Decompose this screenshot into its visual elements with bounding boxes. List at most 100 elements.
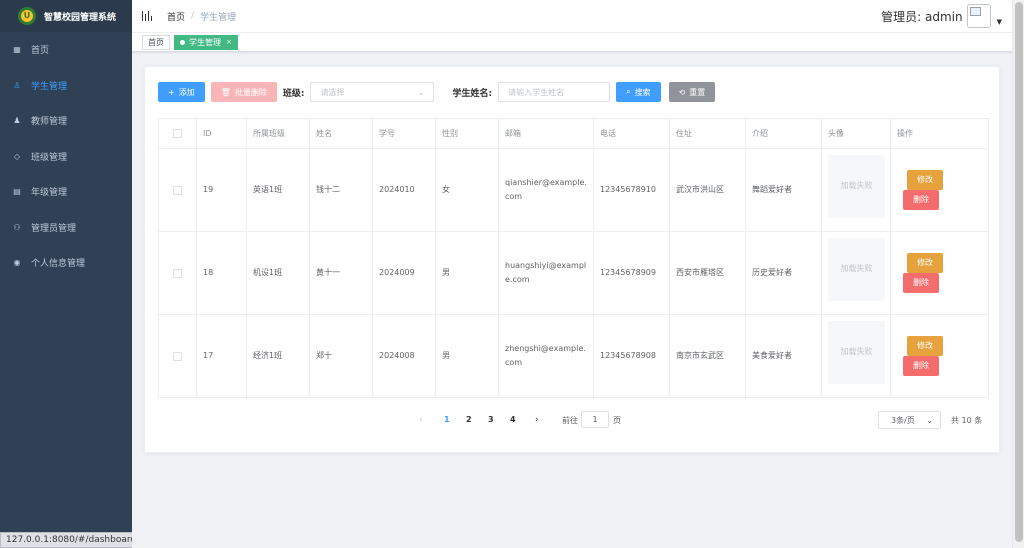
column-header: 性别 <box>435 118 499 149</box>
close-icon[interactable]: × <box>226 38 232 46</box>
table-icon: ▤ <box>13 187 21 197</box>
row-select-cell <box>158 231 197 315</box>
cell-student_no: 2024009 <box>372 231 436 315</box>
column-header: 住址 <box>669 118 746 149</box>
sidebar: U 智慧校园管理系统 ▦ 首页 ♙ 学生管理 ♟ 教师管理 ◇ 班级管理 ▤ 年级管理 ⚇ 管理员管理… <box>0 0 132 548</box>
row-checkbox[interactable] <box>173 351 182 361</box>
cell-phone: 12345678909 <box>593 231 670 315</box>
cell-phone: 12345678908 <box>593 314 670 398</box>
cell-name: 黄十一 <box>309 231 373 315</box>
page-size-select[interactable]: 3条/页 ⌄ <box>878 411 941 429</box>
page-3-button[interactable]: 3 <box>488 415 494 424</box>
breadcrumb-home[interactable]: 首页 <box>167 10 185 23</box>
page-scrollbar[interactable] <box>1012 0 1024 548</box>
row-select-cell <box>158 314 197 398</box>
edit-button[interactable]: 修改 <box>907 253 943 273</box>
batch-delete-button[interactable]: 🗑 批量删除 <box>210 82 277 102</box>
cell-student_no: 2024008 <box>372 314 436 398</box>
page-unit-label: 页 <box>613 416 621 425</box>
sidebar-item-1[interactable]: ♙ 学生管理 <box>0 68 132 104</box>
caret-down-icon[interactable]: ▼ <box>997 18 1002 26</box>
total-count: 共 10 条 <box>951 416 983 425</box>
sidebar-item-5[interactable]: ⚇ 管理员管理 <box>0 210 132 246</box>
avatar-load-failed: 加载失败 <box>828 154 885 218</box>
row-select-cell <box>158 148 197 232</box>
student-name-input[interactable]: 请输入学生姓名 <box>498 82 611 102</box>
sidebar-item-0[interactable]: ▦ 首页 <box>0 32 132 68</box>
people-icon: ♟ <box>13 116 21 126</box>
refresh-icon: ⟲ <box>678 87 686 97</box>
row-checkbox[interactable] <box>173 185 182 195</box>
reset-button[interactable]: ⟲ 重置 <box>668 82 716 102</box>
sidebar-item-3[interactable]: ◇ 班级管理 <box>0 139 132 175</box>
edit-button[interactable]: 修改 <box>907 170 943 190</box>
column-header[interactable] <box>158 118 197 149</box>
user-icon: ♙ <box>13 80 21 90</box>
table-header-row: ID 所属班级 姓名 学号 性别 邮箱 电话 住址 介绍 头像 操作 <box>158 118 989 149</box>
table-row: 18 机设1班 黄十一 2024009 男 huangshiyi@example.com 1… <box>158 231 989 315</box>
cell-email: huangshiyi@example.com <box>498 231 594 315</box>
edit-button[interactable]: 修改 <box>907 336 943 356</box>
student-table: ID 所属班级 姓名 学号 性别 邮箱 电话 住址 介绍 头像 操作 19 英语1班 钱十二 202401… <box>158 118 989 398</box>
page-2-button[interactable]: 2 <box>466 415 472 424</box>
next-page-button[interactable]: › <box>535 415 539 425</box>
cell-id: 18 <box>196 231 247 315</box>
trash-icon: 🗑 <box>220 87 231 97</box>
user-circle-icon: ◉ <box>13 258 21 268</box>
delete-button[interactable]: 删除 <box>903 356 939 376</box>
status-bar-url: 127.0.0.1:8080/#/dashboard <box>0 532 143 548</box>
delete-button[interactable]: 删除 <box>903 190 939 210</box>
cell-address: 西安市雁塔区 <box>669 231 746 315</box>
goto-page-input[interactable]: 1 <box>581 411 609 428</box>
logo-icon: U <box>18 7 36 25</box>
avatar-load-failed: 加载失败 <box>828 237 885 301</box>
cell-student_no: 2024010 <box>372 148 436 232</box>
select-all-checkbox[interactable] <box>173 129 182 138</box>
logo-letter: U <box>21 10 33 22</box>
add-button[interactable]: + 添加 <box>158 82 205 102</box>
hamburger-icon[interactable] <box>142 11 152 21</box>
sidebar-item-label: 年级管理 <box>31 188 68 199</box>
page-4-button[interactable]: 4 <box>510 415 516 424</box>
cell-gender: 女 <box>435 148 499 232</box>
scrollbar-thumb[interactable] <box>1015 2 1023 542</box>
cell-name: 钱十二 <box>309 148 373 232</box>
sidebar-item-6[interactable]: ◉ 个人信息管理 <box>0 245 132 281</box>
column-header: 学号 <box>372 118 436 149</box>
delete-button[interactable]: 删除 <box>903 273 939 293</box>
cell-avatar: 加载失败 <box>821 314 891 398</box>
cell-address: 武汉市洪山区 <box>669 148 746 232</box>
cell-name: 郑十 <box>309 314 373 398</box>
class-filter-label: 班级: <box>282 88 305 99</box>
chevron-down-icon: ⌄ <box>417 87 425 97</box>
reset-button-label: 重置 <box>689 87 706 97</box>
sidebar-item-label: 教师管理 <box>31 117 68 128</box>
add-button-label: 添加 <box>178 87 195 97</box>
sidebar-item-4[interactable]: ▤ 年级管理 <box>0 174 132 210</box>
avatar[interactable] <box>966 4 991 28</box>
cell-address: 南京市玄武区 <box>669 314 746 398</box>
tag-students[interactable]: 学生管理 × <box>174 34 238 50</box>
cell-class: 英语1班 <box>246 148 310 232</box>
search-button[interactable]: ⌕ 搜索 <box>616 82 661 102</box>
logo-area[interactable]: U 智慧校园管理系统 <box>0 0 132 32</box>
tag-home[interactable]: 首页 <box>142 34 170 50</box>
cell-actions: 修改删除 <box>890 314 989 398</box>
active-dot-icon <box>180 39 185 45</box>
content-card: + 添加 🗑 批量删除 班级: 请选择 ⌄ 学生姓名: 请输入学生姓名 ⌕ 搜索 ⟲ 重置… <box>144 66 1000 453</box>
page-1-button[interactable]: 1 <box>444 415 450 424</box>
class-select[interactable]: 请选择 ⌄ <box>310 82 435 102</box>
column-header: 介绍 <box>745 118 822 149</box>
cell-class: 经济1班 <box>246 314 310 398</box>
prev-page-button[interactable]: ‹ <box>419 415 423 425</box>
row-checkbox[interactable] <box>173 268 182 278</box>
column-header: 操作 <box>890 118 989 149</box>
column-header: ID <box>196 118 247 149</box>
peoples-icon: ⚇ <box>13 222 21 232</box>
user-menu[interactable]: 管理员: admin ▼ <box>881 4 1002 28</box>
sidebar-item-2[interactable]: ♟ 教师管理 <box>0 103 132 139</box>
pagination: ‹ 1 2 3 4 › 前往 1 页 3条/页 ⌄ 共 10 条 <box>145 411 1001 431</box>
dashboard-icon: ▦ <box>13 45 21 55</box>
sidebar-item-label: 班级管理 <box>31 152 68 163</box>
table-row: 19 英语1班 钱十二 2024010 女 qianshier@example.com 12… <box>158 148 989 232</box>
